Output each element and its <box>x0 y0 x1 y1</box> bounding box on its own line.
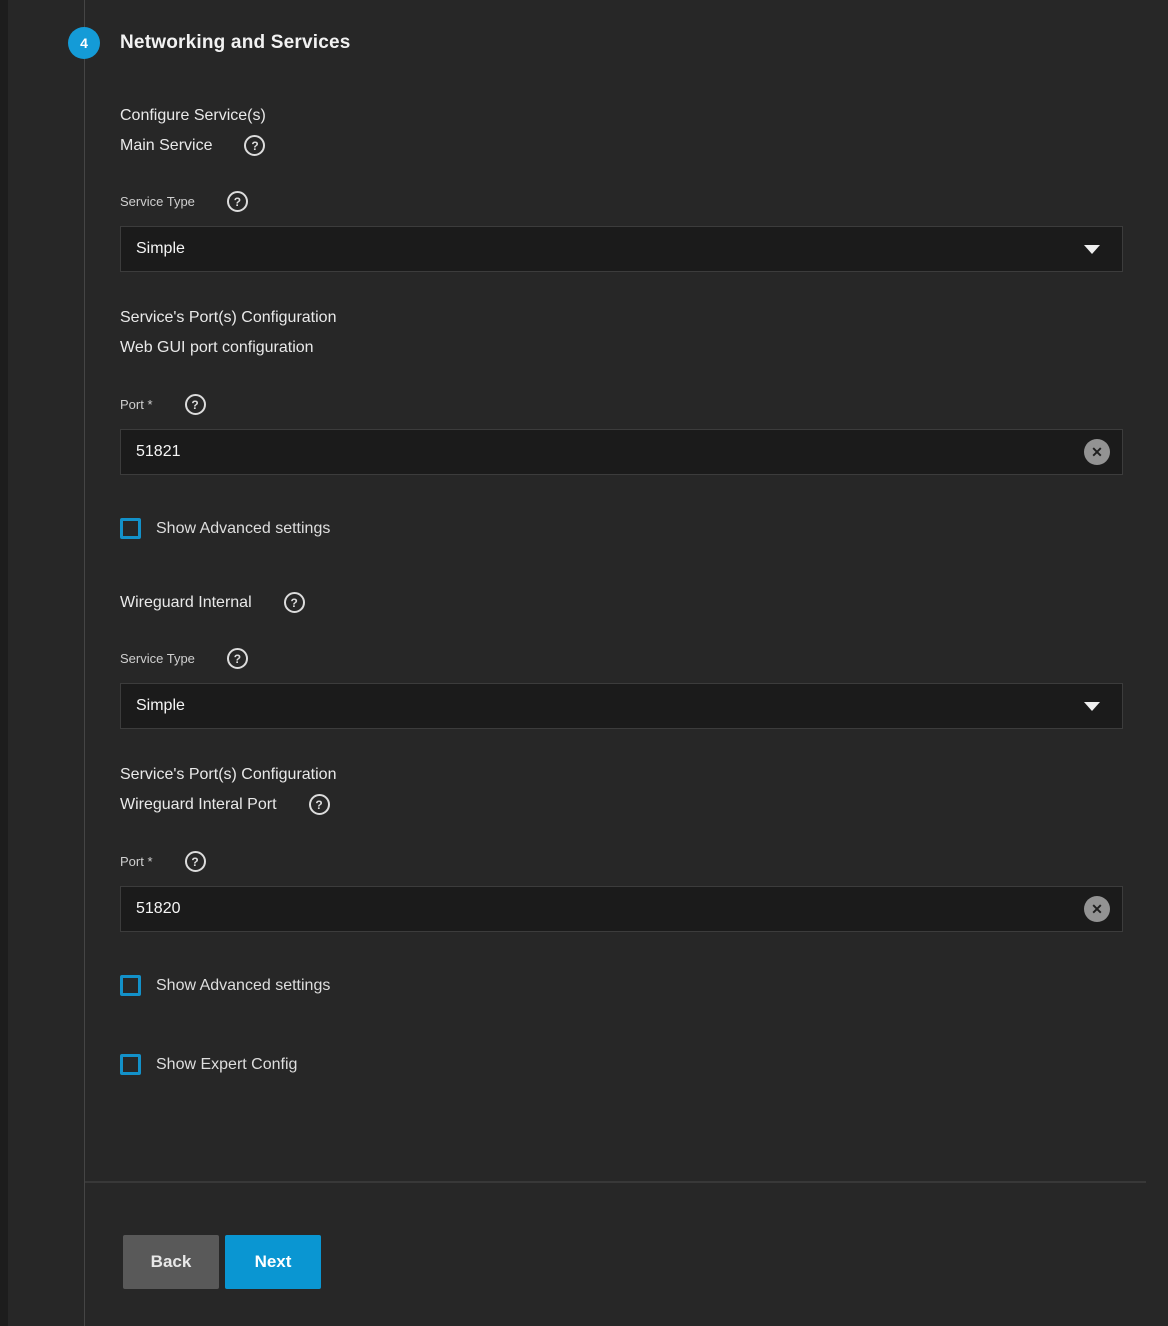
wireguard-port-input[interactable] <box>136 900 1122 918</box>
checkbox-icon[interactable] <box>120 518 141 539</box>
chevron-down-icon <box>1084 245 1100 254</box>
help-icon[interactable]: ? <box>284 592 305 613</box>
chevron-down-icon <box>1084 702 1100 711</box>
wireguard-service-type-selected-value: Simple <box>136 697 185 715</box>
step-number-badge[interactable]: 4 <box>68 27 100 59</box>
show-advanced-label: Show Advanced settings <box>156 977 330 995</box>
web-gui-port-input[interactable] <box>136 443 1122 461</box>
web-gui-port-field: ✕ <box>120 429 1123 475</box>
help-icon[interactable]: ? <box>227 191 248 212</box>
port-label: Port * <box>120 852 153 872</box>
wireguard-service-type-select[interactable]: Simple <box>120 683 1123 729</box>
left-edge-strip <box>0 0 8 1326</box>
next-button[interactable]: Next <box>225 1235 321 1289</box>
service-type-label: Service Type <box>120 649 195 669</box>
help-icon[interactable]: ? <box>227 648 248 669</box>
help-icon[interactable]: ? <box>185 394 206 415</box>
wizard-step-panel: 4 Networking and Services Configure Serv… <box>0 0 1168 1326</box>
main-service-header: Main Service ? <box>120 133 1108 158</box>
help-icon[interactable]: ? <box>244 135 265 156</box>
wireguard-port-field: ✕ <box>120 886 1123 932</box>
wireguard-port-label-row: Port * ? <box>120 851 1108 872</box>
service-type-row: Service Type ? <box>120 191 1108 212</box>
main-service-type-selected-value: Simple <box>136 240 185 258</box>
wireguard-ports-config-heading: Service's Port(s) Configuration <box>120 762 1108 787</box>
main-service-label: Main Service <box>120 133 212 158</box>
wireguard-port-subheading-row: Wireguard Interal Port ? <box>120 792 1108 817</box>
clear-input-icon[interactable]: ✕ <box>1084 896 1110 922</box>
configure-services-heading: Configure Service(s) <box>120 103 1108 128</box>
wireguard-internal-label: Wireguard Internal <box>120 590 252 615</box>
checkbox-icon[interactable] <box>120 1054 141 1075</box>
wireguard-internal-header: Wireguard Internal ? <box>120 590 1108 615</box>
wireguard-service-type-row: Service Type ? <box>120 648 1108 669</box>
help-icon[interactable]: ? <box>185 851 206 872</box>
clear-input-icon[interactable]: ✕ <box>1084 439 1110 465</box>
port-label-row: Port * ? <box>120 394 1108 415</box>
step-content: Configure Service(s) Main Service ? Serv… <box>120 0 1108 1075</box>
back-button[interactable]: Back <box>123 1235 219 1289</box>
service-type-label: Service Type <box>120 192 195 212</box>
checkbox-icon[interactable] <box>120 975 141 996</box>
footer-buttons: Back Next <box>123 1235 321 1289</box>
ports-config-heading: Service's Port(s) Configuration <box>120 305 1108 330</box>
footer-divider <box>85 1181 1146 1183</box>
show-advanced-label: Show Advanced settings <box>156 520 330 538</box>
main-show-advanced-checkbox-row[interactable]: Show Advanced settings <box>120 518 1108 539</box>
port-label: Port * <box>120 395 153 415</box>
help-icon[interactable]: ? <box>309 794 330 815</box>
web-gui-port-subheading: Web GUI port configuration <box>120 335 1108 360</box>
wireguard-port-subheading: Wireguard Interal Port <box>120 792 277 817</box>
show-expert-config-checkbox-row[interactable]: Show Expert Config <box>120 1054 1108 1075</box>
show-expert-config-label: Show Expert Config <box>156 1056 297 1074</box>
stepper-vertical-line <box>84 0 85 1326</box>
wireguard-show-advanced-checkbox-row[interactable]: Show Advanced settings <box>120 975 1108 996</box>
main-service-type-select[interactable]: Simple <box>120 226 1123 272</box>
